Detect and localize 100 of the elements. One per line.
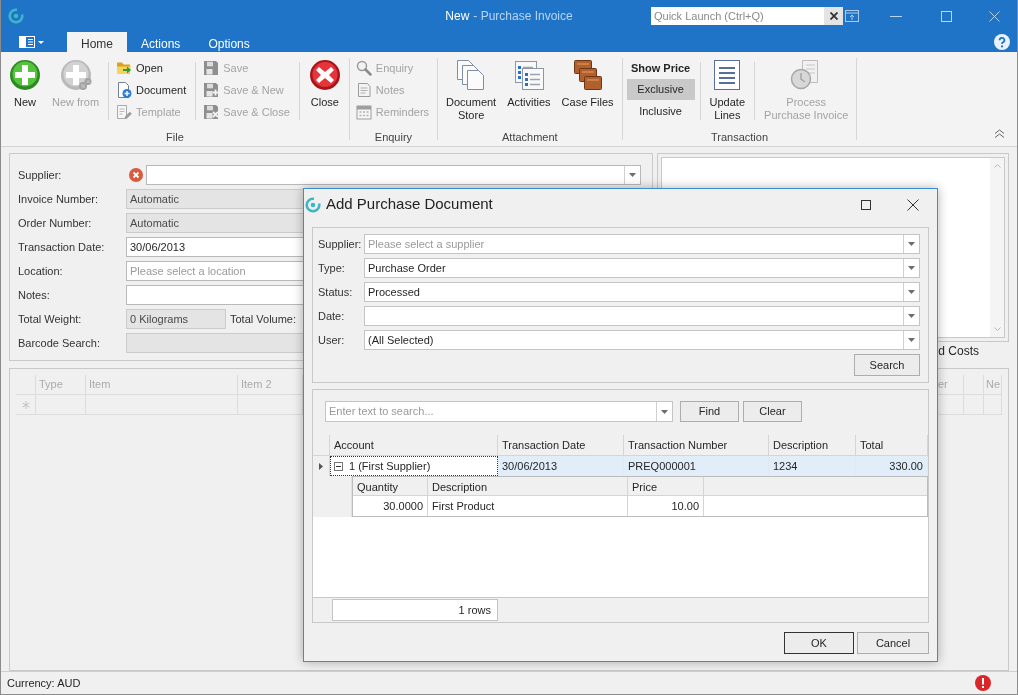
text-field[interactable] bbox=[126, 285, 304, 305]
note-icon bbox=[355, 82, 372, 98]
minimize-icon[interactable] bbox=[890, 15, 902, 17]
floppy-x-icon bbox=[203, 104, 220, 120]
cell-text: 1 (First Supplier) bbox=[349, 458, 431, 474]
ribbon-button[interactable]: Open bbox=[114, 57, 189, 79]
ribbon-button[interactable]: Close bbox=[304, 56, 345, 109]
group-label: Attachment bbox=[502, 130, 558, 144]
list-pages-icon bbox=[512, 59, 545, 91]
collapse-icon[interactable] bbox=[994, 129, 1005, 138]
field-label: Supplier: bbox=[18, 167, 63, 183]
chevron-up-icon bbox=[993, 164, 1001, 168]
search-icon bbox=[355, 60, 372, 76]
app-menu-icon[interactable] bbox=[19, 36, 45, 48]
ribbon-button[interactable]: Activities bbox=[503, 56, 555, 122]
column-header[interactable]: Transaction Number bbox=[624, 435, 769, 456]
row-pointer-icon bbox=[319, 462, 323, 470]
section-title: Show Price bbox=[629, 61, 692, 76]
combo-box[interactable]: Processed bbox=[364, 282, 920, 302]
quick-launch-field[interactable]: Quick Launch (Ctrl+Q) bbox=[651, 7, 824, 25]
scrollbar[interactable] bbox=[990, 158, 1004, 337]
toggle-option[interactable]: Exclusive bbox=[626, 79, 695, 100]
chevron-down-icon bbox=[993, 327, 1001, 331]
dropdown-arrow-icon bbox=[908, 314, 915, 318]
group-label: Enquiry bbox=[374, 130, 413, 144]
app-icon bbox=[8, 8, 24, 24]
close-icon[interactable] bbox=[907, 199, 919, 211]
field-label: Total Weight: bbox=[18, 311, 83, 327]
dropdown-arrow-icon bbox=[908, 242, 915, 246]
field-label: Notes: bbox=[18, 287, 51, 303]
ribbon-tab[interactable]: Actions bbox=[127, 32, 195, 52]
app-icon bbox=[305, 197, 321, 213]
ribbon-button[interactable]: Case Files bbox=[557, 56, 618, 122]
dialog-button[interactable]: Cancel bbox=[857, 632, 929, 654]
column-header[interactable]: Description bbox=[769, 435, 856, 456]
row-count: 1 rows bbox=[332, 599, 498, 621]
column-header[interactable]: Description bbox=[428, 477, 628, 496]
ribbon-display-icon[interactable] bbox=[845, 10, 859, 22]
help-icon[interactable] bbox=[994, 34, 1010, 50]
collapse-box-icon[interactable] bbox=[334, 461, 343, 471]
group-label: Transaction bbox=[710, 130, 769, 144]
window-title: - Purchase Invoice bbox=[473, 8, 573, 25]
field-label: Status: bbox=[318, 284, 354, 300]
ribbon-button[interactable]: Document bbox=[114, 79, 189, 101]
plus-icon bbox=[9, 59, 41, 91]
field-label: Barcode Search: bbox=[18, 335, 101, 351]
ribbon-button[interactable]: New bbox=[5, 56, 45, 109]
text-field[interactable]: 30/06/2013 bbox=[126, 237, 304, 257]
dialog-title: Add Purchase Document bbox=[326, 195, 493, 213]
folders-icon bbox=[571, 59, 604, 91]
clear-button[interactable]: Clear bbox=[743, 401, 802, 422]
plus-icon bbox=[59, 59, 92, 91]
combo-box[interactable]: (All Selected) bbox=[364, 330, 920, 350]
field-label: d Costs bbox=[938, 344, 980, 358]
dropdown-arrow-icon bbox=[908, 338, 915, 342]
dropdown-arrow-icon bbox=[629, 173, 637, 177]
floppy-plus-icon bbox=[203, 82, 220, 98]
ribbon-button[interactable]: Document Store bbox=[442, 56, 501, 122]
search-button[interactable]: Search bbox=[854, 354, 920, 376]
ribbon-button[interactable]: Update Lines bbox=[705, 56, 750, 122]
ribbon-tab[interactable]: Home bbox=[67, 32, 127, 52]
group-label: File bbox=[166, 130, 184, 144]
field-label: Transaction Date: bbox=[18, 239, 106, 255]
asterisk-icon bbox=[21, 400, 30, 409]
ribbon-tab[interactable]: Options bbox=[194, 32, 264, 52]
field-label: Total Volume: bbox=[230, 311, 297, 327]
close-icon bbox=[308, 59, 341, 91]
field-label: Invoice Number: bbox=[18, 191, 100, 207]
column-header[interactable]: Account bbox=[330, 435, 498, 456]
column-header[interactable]: Quantity bbox=[353, 477, 428, 496]
column-header[interactable]: Price bbox=[628, 477, 704, 496]
table-row[interactable]: 1 (First Supplier) 30/06/2013 PREQ000001 1234 330.00 bbox=[313, 456, 928, 476]
field-label: Supplier: bbox=[318, 236, 363, 252]
header-corner bbox=[313, 435, 330, 456]
field-label: Order Number: bbox=[18, 215, 93, 231]
column-header[interactable]: Total bbox=[856, 435, 928, 456]
calendar-icon bbox=[355, 104, 372, 120]
toggle-option[interactable]: Inclusive bbox=[626, 101, 695, 122]
dialog-button[interactable]: OK bbox=[784, 632, 854, 654]
close-icon bbox=[829, 12, 838, 20]
row-indent bbox=[313, 476, 352, 517]
combo-box[interactable]: Purchase Order bbox=[364, 258, 920, 278]
field-label: Location: bbox=[18, 263, 64, 279]
status-text: Currency: AUD bbox=[7, 675, 81, 691]
dropdown-arrow-icon bbox=[908, 290, 915, 294]
combo-box[interactable] bbox=[364, 306, 920, 326]
column-header[interactable]: Transaction Date bbox=[498, 435, 624, 456]
table-cell: 10.00 bbox=[628, 496, 704, 516]
field-label: User: bbox=[318, 332, 346, 348]
maximize-icon[interactable] bbox=[861, 200, 871, 210]
table-cell: 30.0000 bbox=[353, 496, 428, 516]
document-name: New bbox=[445, 8, 470, 25]
document-plus-icon bbox=[116, 82, 133, 98]
clear-button[interactable] bbox=[824, 7, 843, 25]
find-button[interactable]: Find bbox=[680, 401, 739, 422]
table-cell: First Product bbox=[428, 496, 628, 516]
dropdown-arrow-icon bbox=[661, 409, 668, 414]
combo-box[interactable] bbox=[146, 165, 642, 185]
folder-icon bbox=[116, 60, 133, 76]
document-pencil-icon bbox=[116, 104, 133, 120]
